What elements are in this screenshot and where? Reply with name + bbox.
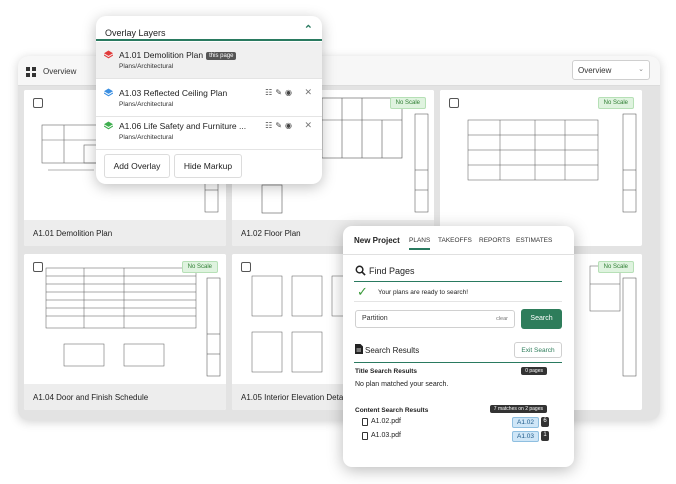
layer-path: Plans/Architectural: [119, 63, 174, 70]
no-scale-badge: No Scale: [597, 97, 634, 109]
layer-path: Plans/Architectural: [119, 101, 174, 108]
select-checkbox[interactable]: [33, 98, 43, 108]
sheet-thumbnail: [440, 90, 642, 218]
find-pages-title: Find Pages: [369, 266, 415, 276]
layers-icon: [104, 121, 113, 130]
add-overlay-button[interactable]: Add Overlay: [104, 154, 170, 178]
search-icon: [355, 265, 366, 276]
eye-icon[interactable]: ◉: [285, 121, 292, 130]
layer-path: Plans/Architectural: [119, 134, 174, 141]
tab-reports[interactable]: REPORTS: [479, 237, 510, 244]
no-scale-badge: No Scale: [181, 261, 218, 273]
pencil-icon[interactable]: ✎: [275, 88, 282, 97]
view-select[interactable]: Overview ⌄: [572, 60, 650, 80]
view-title: Overview: [43, 67, 77, 76]
search-input[interactable]: Partition clear: [355, 310, 515, 328]
select-checkbox[interactable]: [33, 262, 43, 272]
status-divider: [354, 301, 562, 302]
layer-name: A1.03 Reflected Ceiling Plan: [119, 88, 228, 98]
search-panel: New Project PLANS TAKEOFFS REPORTS ESTIM…: [343, 226, 574, 467]
content-results-count: 7 matches on 2 pages: [489, 405, 547, 413]
tab-estimates[interactable]: ESTIMATES: [516, 237, 552, 244]
sheet-card-a103[interactable]: No Scale: [440, 90, 642, 246]
list-item[interactable]: A1.02.pdf A1.02 6: [362, 417, 552, 429]
sheet-card-a104[interactable]: No Scale A1.04 Door and Finish Schedule: [24, 254, 226, 410]
search-query: Partition: [362, 315, 388, 322]
hide-markup-button[interactable]: Hide Markup: [174, 154, 242, 178]
file-name: A1.03.pdf: [371, 432, 401, 439]
clear-button[interactable]: clear: [496, 316, 508, 322]
title-results-heading: Title Search Results: [355, 368, 418, 375]
document-icon: [355, 344, 363, 354]
layer-name: A1.01 Demolition Plan: [119, 50, 204, 60]
chevron-down-icon: ⌄: [638, 66, 644, 73]
ready-status: Your plans are ready to search!: [378, 289, 469, 296]
sheet-label: A1.01 Demolition Plan: [24, 220, 226, 246]
view-select-value: Overview: [578, 66, 612, 75]
chevron-up-icon[interactable]: ⌃: [304, 23, 313, 36]
page-link[interactable]: A1.02: [512, 417, 539, 428]
this-page-badge: this page: [206, 52, 237, 60]
exit-search-button[interactable]: Exit Search: [514, 342, 562, 358]
eye-icon[interactable]: ◉: [285, 88, 292, 97]
grid-view-icon[interactable]: [26, 67, 36, 77]
search-results-title: Search Results: [365, 346, 420, 355]
close-icon[interactable]: ✕: [304, 87, 312, 98]
layer-item-a101[interactable]: A1.01 Demolition Plan this page Plans/Arc…: [96, 42, 322, 78]
no-scale-badge: No Scale: [389, 97, 426, 109]
results-divider: [354, 362, 562, 363]
match-count-badge: 6: [541, 417, 549, 427]
select-checkbox[interactable]: [241, 262, 251, 272]
file-name: A1.02.pdf: [371, 418, 401, 425]
file-icon: [362, 432, 368, 440]
pencil-icon[interactable]: ✎: [275, 121, 282, 130]
content-results-heading: Content Search Results: [355, 407, 429, 414]
overlay-divider: [96, 78, 322, 79]
tab-plans[interactable]: PLANS: [409, 237, 431, 250]
title-results-count: 0 pages: [521, 367, 547, 375]
close-icon[interactable]: ✕: [304, 120, 312, 131]
overlay-divider: [96, 149, 322, 150]
no-scale-badge: No Scale: [597, 261, 634, 273]
sheet-thumbnail: [24, 254, 226, 382]
align-icon[interactable]: ☷: [265, 88, 272, 97]
match-count-badge: 1: [541, 431, 549, 441]
list-item[interactable]: A1.03.pdf A1.03 1: [362, 431, 552, 443]
search-button[interactable]: Search: [521, 309, 562, 329]
page-link[interactable]: A1.03: [512, 431, 539, 442]
sheet-label: A1.04 Door and Finish Schedule: [24, 384, 226, 410]
overlay-layers-panel: Overlay Layers ⌃ A1.01 Demolition Plan th…: [96, 16, 322, 184]
layers-icon: [104, 88, 113, 97]
layer-item-a106[interactable]: A1.06 Life Safety and Furniture ... Plan…: [96, 113, 322, 149]
align-icon[interactable]: ☷: [265, 121, 272, 130]
no-match-text: No plan matched your search.: [355, 381, 449, 388]
project-title[interactable]: New Project: [354, 236, 400, 245]
layer-name: A1.06 Life Safety and Furniture ...: [119, 121, 247, 131]
file-icon: [362, 418, 368, 426]
find-divider: [354, 281, 562, 282]
tab-takeoffs[interactable]: TAKEOFFS: [438, 237, 472, 244]
check-icon: ✓: [357, 284, 368, 299]
select-checkbox[interactable]: [449, 98, 459, 108]
layers-icon: [104, 50, 113, 59]
overlay-title: Overlay Layers: [105, 28, 166, 38]
overlay-divider: [96, 39, 322, 41]
layer-item-a103[interactable]: A1.03 Reflected Ceiling Plan Plans/Archi…: [96, 80, 322, 116]
tabs-divider: [343, 254, 574, 255]
